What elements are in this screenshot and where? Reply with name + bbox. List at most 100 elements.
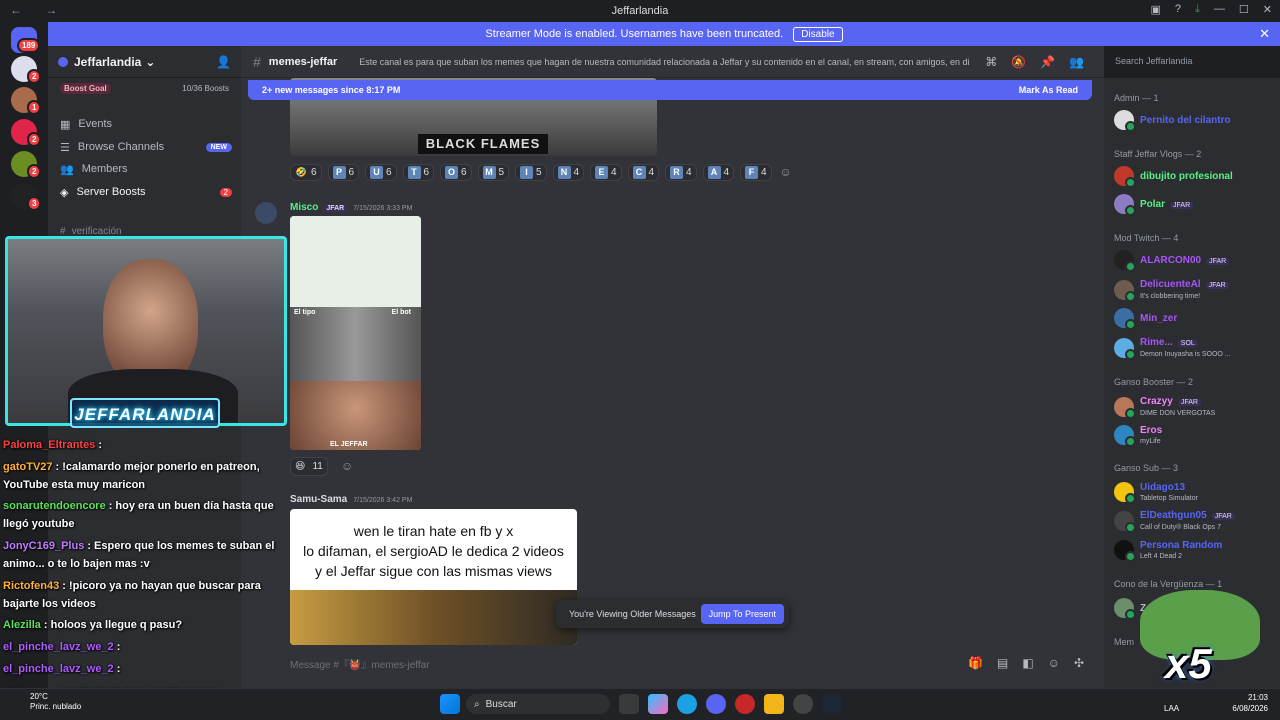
edge-icon[interactable] [677,694,697,714]
member-category: Mem [1114,637,1134,647]
sidebar-item-events[interactable]: ▦ Events [60,114,232,134]
member-item[interactable]: Persona Random Left 4 Dead 2 [1114,538,1276,562]
reaction-pill[interactable]: I5 [515,164,547,181]
back-forward-icons[interactable]: ← → [10,3,67,17]
reaction-pill[interactable]: A4 [702,164,735,181]
gif-icon[interactable]: ▤ [997,656,1008,670]
reaction-count: 4 [648,167,655,178]
member-item[interactable]: dibujito profesional [1114,164,1276,188]
window-controls[interactable]: ▣ ? ⤓ — ☐ ✕ [1151,3,1273,16]
add-user-icon[interactable]: 👤 [216,55,231,69]
message-input[interactable]: Message #『👹』memes-jeffar [290,656,430,671]
member-name: ElDeathgun05 [1140,510,1207,521]
message-author[interactable]: Misco JFAR 7/15/2026 3:33 PM [290,202,412,213]
taskbar-search[interactable]: ⌕ Buscar [466,694,610,714]
reaction-pill[interactable]: T6 [402,164,435,181]
mark-as-read-button[interactable]: Mark As Read [1019,85,1078,95]
member-item[interactable]: Uidago13 Tabletop Simulator [1114,480,1276,504]
meme-image[interactable]: El tipo El bot EL JEFFAR [290,216,421,450]
face-picture: EL JEFFAR [290,381,421,450]
laughing-emoji-icon: 😆 [295,461,306,472]
boost-icon: ◈ [60,186,69,199]
reaction-pill[interactable]: P6 [327,164,360,181]
add-reaction-icon[interactable]: ☺ [341,459,353,473]
sticker-icon[interactable]: ◧ [1022,656,1033,670]
reaction-count: 4 [761,167,767,178]
chevron-down-icon: ⌄ [145,54,156,69]
reaction-pill[interactable]: O6 [440,164,472,181]
reaction-pill[interactable]: 😆 11 [290,457,328,476]
member-item[interactable]: Crazyy JFAR DIME DON VERGOTAS [1114,395,1276,419]
member-name: Persona Random [1140,539,1223,551]
avatar[interactable] [255,202,277,224]
new-messages-bar[interactable]: 2+ new messages since 8:17 PM Mark As Re… [248,80,1092,100]
member-item[interactable]: Polar JFAR [1114,192,1276,216]
member-item[interactable]: Rime... SOL Demon Inuyasha is SOOO ... [1114,336,1276,360]
disable-streamer-mode-button[interactable]: Disable [793,26,843,42]
task-view-icon[interactable] [619,694,639,714]
sidebar-item-server-boosts[interactable]: ◈ Server Boosts 2 [60,182,232,202]
pin-icon[interactable]: 📌 [1040,55,1055,69]
reaction-pill[interactable]: F4 [740,164,772,181]
reaction-pill[interactable]: 🤣 6 [290,164,322,181]
jump-to-present-button[interactable]: Jump To Present [700,604,784,624]
message-composer[interactable]: Message #『👹』memes-jeffar 🎁 ▤ ◧ ☺ ✣ [282,650,1092,676]
mute-bell-icon[interactable]: 🔕 [1011,55,1026,69]
file-explorer-icon[interactable] [764,694,784,714]
boost-goal-bar[interactable]: Boost Goal 10/36 Boosts [56,80,233,96]
member-item[interactable]: Min_zer [1114,306,1276,330]
help-icon[interactable]: ? [1175,3,1181,16]
taskbar-clock[interactable]: 21:03 6/08/2026 [1232,692,1268,714]
threads-icon[interactable]: ⌘ [985,55,997,69]
server-name: Jeffarlandia [74,54,142,69]
member-item[interactable]: Pernito del cilantro [1114,108,1276,132]
sidebar-item-members[interactable]: 👥 Members [60,159,232,179]
server-header[interactable]: Jeffarlandia ⌄ 👤 [48,46,241,78]
obs-icon[interactable] [735,694,755,714]
member-item[interactable]: Eros myLife [1114,423,1276,447]
weather-widget[interactable]: 20°C Princ. nublado [30,692,81,712]
add-reaction-icon[interactable]: ☺ [780,165,792,179]
language-indicator[interactable]: LAA [1164,704,1179,713]
member-item[interactable]: ALARCON00 JFAR [1114,248,1276,272]
reaction-pill[interactable]: R4 [665,164,697,181]
lions-picture: El tipo El bot [290,307,421,381]
search-input[interactable]: Search Jeffarlandia [1108,52,1274,72]
guild-tag: JFAR [1177,399,1201,406]
avatar [1114,598,1136,620]
emoji-icon[interactable]: ☺ [1048,656,1060,670]
chat-username: el_pinche_lavz_we_2 [3,641,114,653]
maximize-icon[interactable]: ☐ [1239,3,1249,16]
reaction-pill[interactable]: E4 [590,164,622,181]
inbox-icon[interactable]: ▣ [1151,3,1161,16]
download-icon[interactable]: ⤓ [1195,3,1200,16]
meme-image[interactable]: wen le tiran hate en fb y x lo difaman, … [290,509,577,645]
close-banner-icon[interactable]: ✕ [1259,26,1270,42]
discord-taskbar-icon[interactable] [706,694,726,714]
minimize-icon[interactable]: — [1214,3,1225,16]
member-name: ALARCON00 [1140,254,1202,266]
member-item[interactable]: ElDeathgun05 JFAR Call of Duty® Black Ops … [1114,509,1276,533]
reaction-pill[interactable]: C4 [627,164,660,181]
chat-username: gatoTV27 [3,461,53,473]
copilot-icon[interactable] [648,694,668,714]
close-window-icon[interactable]: ✕ [1263,3,1272,16]
reaction-emoji: T [407,166,421,179]
message-timestamp: 7/15/2026 3:42 PM [353,497,413,504]
member-status: Call of Duty® Black Ops 7 [1140,524,1222,531]
chat-username: JonyC169_Plus [3,540,85,552]
member-item[interactable]: DelicuenteAl JFAR It's clobbering time! [1114,278,1276,302]
steam-icon[interactable] [822,694,842,714]
apps-icon[interactable]: ✣ [1074,656,1084,670]
member-list-icon[interactable]: 👥 [1069,55,1084,69]
start-icon[interactable] [440,694,460,714]
gift-icon[interactable]: 🎁 [968,656,983,670]
reaction-pill[interactable]: U6 [365,164,397,181]
reaction-pill[interactable]: M5 [477,164,510,181]
app-icon[interactable] [793,694,813,714]
sidebar-item-browse-channels[interactable]: ☰ Browse Channels NEW [60,137,232,157]
message-author[interactable]: Samu-Sama 7/15/2026 3:42 PM [290,494,412,505]
guild-tag: JFAR [1211,513,1235,520]
channel-topic[interactable]: Este canal es para que suban los memes q… [359,57,969,67]
reaction-pill[interactable]: N4 [552,164,585,181]
